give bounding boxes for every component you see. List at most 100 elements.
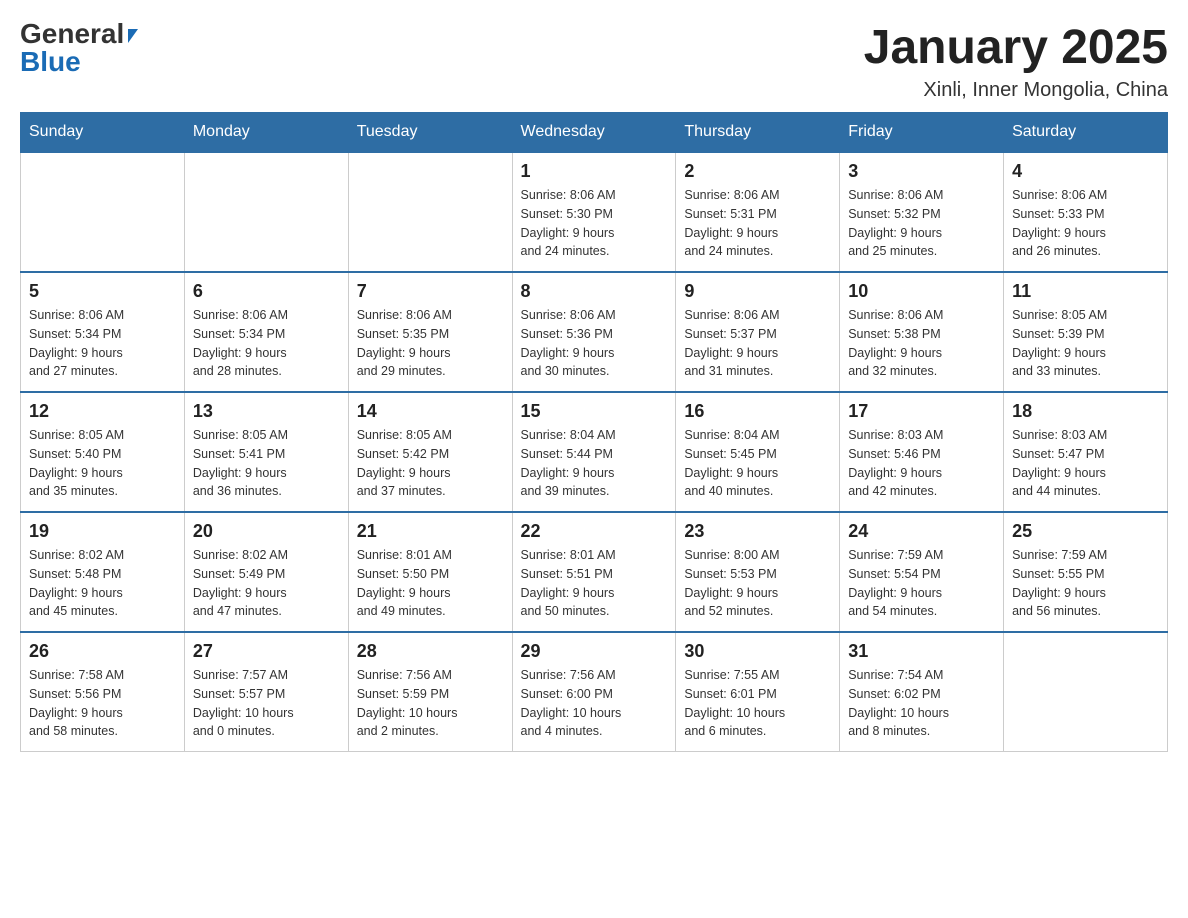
day-info: Sunrise: 8:06 AMSunset: 5:35 PMDaylight:… [357, 306, 504, 381]
calendar-cell: 16Sunrise: 8:04 AMSunset: 5:45 PMDayligh… [676, 392, 840, 512]
calendar-cell: 15 Sunrise: 8:04 AMSunset: 5:44 PMDayligh… [512, 392, 676, 512]
calendar-cell: 23 Sunrise: 8:00 AMSunset: 5:53 PMDayligh… [676, 512, 840, 632]
day-info: Sunrise: 7:57 AMSunset: 5:57 PMDaylight:… [193, 666, 340, 741]
day-header-tuesday: Tuesday [348, 113, 512, 153]
logo: General Blue [20, 20, 138, 76]
day-info: Sunrise: 7:58 AMSunset: 5:56 PMDaylight:… [29, 666, 176, 741]
day-number: 31 [848, 641, 995, 662]
calendar-week-5: 26 Sunrise: 7:58 AMSunset: 5:56 PMDayligh… [21, 632, 1168, 752]
day-number: 1 [521, 161, 668, 182]
day-info: Sunrise: 8:06 AMSunset: 5:30 PMDaylight:… [521, 186, 668, 261]
calendar-cell: 26 Sunrise: 7:58 AMSunset: 5:56 PMDayligh… [21, 632, 185, 752]
day-info: Sunrise: 8:06 AMSunset: 5:37 PMDaylight:… [684, 306, 831, 381]
day-header-wednesday: Wednesday [512, 113, 676, 153]
day-info: Sunrise: 8:05 AMSunset: 5:42 PMDaylight:… [357, 426, 504, 501]
calendar-cell: 18 Sunrise: 8:03 AMSunset: 5:47 PMDayligh… [1004, 392, 1168, 512]
calendar-cell: 8 Sunrise: 8:06 AMSunset: 5:36 PMDaylight… [512, 272, 676, 392]
calendar-cell: 1 Sunrise: 8:06 AMSunset: 5:30 PMDaylight… [512, 152, 676, 272]
calendar-cell: 28 Sunrise: 7:56 AMSunset: 5:59 PMDayligh… [348, 632, 512, 752]
day-number: 10 [848, 281, 995, 302]
day-header-friday: Friday [840, 113, 1004, 153]
calendar-cell: 2 Sunrise: 8:06 AMSunset: 5:31 PMDaylight… [676, 152, 840, 272]
day-info: Sunrise: 7:59 AMSunset: 5:54 PMDaylight:… [848, 546, 995, 621]
calendar-header-row: SundayMondayTuesdayWednesdayThursdayFrid… [21, 113, 1168, 153]
day-info: Sunrise: 8:05 AMSunset: 5:41 PMDaylight:… [193, 426, 340, 501]
day-header-thursday: Thursday [676, 113, 840, 153]
day-number: 22 [521, 521, 668, 542]
day-number: 6 [193, 281, 340, 302]
calendar-week-1: 1 Sunrise: 8:06 AMSunset: 5:30 PMDaylight… [21, 152, 1168, 272]
day-number: 18 [1012, 401, 1159, 422]
day-number: 24 [848, 521, 995, 542]
day-number: 5 [29, 281, 176, 302]
logo-blue-text: Blue [20, 48, 81, 76]
day-number: 2 [684, 161, 831, 182]
calendar-cell: 30 Sunrise: 7:55 AMSunset: 6:01 PMDayligh… [676, 632, 840, 752]
calendar-cell: 12Sunrise: 8:05 AMSunset: 5:40 PMDayligh… [21, 392, 185, 512]
day-number: 11 [1012, 281, 1159, 302]
calendar-cell: 7 Sunrise: 8:06 AMSunset: 5:35 PMDaylight… [348, 272, 512, 392]
title-section: January 2025 Xinli, Inner Mongolia, Chin… [864, 20, 1168, 102]
calendar-week-3: 12Sunrise: 8:05 AMSunset: 5:40 PMDayligh… [21, 392, 1168, 512]
calendar-cell [184, 152, 348, 272]
day-number: 13 [193, 401, 340, 422]
calendar-cell: 9 Sunrise: 8:06 AMSunset: 5:37 PMDaylight… [676, 272, 840, 392]
day-info: Sunrise: 8:03 AMSunset: 5:47 PMDaylight:… [1012, 426, 1159, 501]
day-info: Sunrise: 8:06 AMSunset: 5:31 PMDaylight:… [684, 186, 831, 261]
calendar-cell: 3Sunrise: 8:06 AMSunset: 5:32 PMDaylight… [840, 152, 1004, 272]
day-number: 9 [684, 281, 831, 302]
day-number: 15 [521, 401, 668, 422]
day-number: 16 [684, 401, 831, 422]
calendar-cell: 29 Sunrise: 7:56 AMSunset: 6:00 PMDayligh… [512, 632, 676, 752]
day-info: Sunrise: 7:56 AMSunset: 6:00 PMDaylight:… [521, 666, 668, 741]
day-number: 3 [848, 161, 995, 182]
day-number: 29 [521, 641, 668, 662]
day-number: 23 [684, 521, 831, 542]
day-number: 8 [521, 281, 668, 302]
day-info: Sunrise: 8:06 AMSunset: 5:38 PMDaylight:… [848, 306, 995, 381]
calendar-cell: 13 Sunrise: 8:05 AMSunset: 5:41 PMDayligh… [184, 392, 348, 512]
day-info: Sunrise: 8:06 AMSunset: 5:33 PMDaylight:… [1012, 186, 1159, 261]
day-number: 26 [29, 641, 176, 662]
calendar-subtitle: Xinli, Inner Mongolia, China [864, 79, 1168, 102]
logo-triangle-icon [128, 29, 138, 43]
calendar-cell: 14 Sunrise: 8:05 AMSunset: 5:42 PMDayligh… [348, 392, 512, 512]
calendar-week-2: 5 Sunrise: 8:06 AMSunset: 5:34 PMDaylight… [21, 272, 1168, 392]
calendar-cell: 24 Sunrise: 7:59 AMSunset: 5:54 PMDayligh… [840, 512, 1004, 632]
calendar-cell: 19 Sunrise: 8:02 AMSunset: 5:48 PMDayligh… [21, 512, 185, 632]
calendar-cell: 17Sunrise: 8:03 AMSunset: 5:46 PMDayligh… [840, 392, 1004, 512]
day-number: 12 [29, 401, 176, 422]
day-info: Sunrise: 7:54 AMSunset: 6:02 PMDaylight:… [848, 666, 995, 741]
day-number: 28 [357, 641, 504, 662]
day-info: Sunrise: 7:55 AMSunset: 6:01 PMDaylight:… [684, 666, 831, 741]
day-info: Sunrise: 8:02 AMSunset: 5:48 PMDaylight:… [29, 546, 176, 621]
day-header-sunday: Sunday [21, 113, 185, 153]
day-info: Sunrise: 8:04 AMSunset: 5:44 PMDaylight:… [521, 426, 668, 501]
page-header: General Blue January 2025 Xinli, Inner M… [20, 20, 1168, 102]
day-info: Sunrise: 7:59 AMSunset: 5:55 PMDaylight:… [1012, 546, 1159, 621]
calendar-cell: 10 Sunrise: 8:06 AMSunset: 5:38 PMDayligh… [840, 272, 1004, 392]
day-number: 19 [29, 521, 176, 542]
day-info: Sunrise: 8:02 AMSunset: 5:49 PMDaylight:… [193, 546, 340, 621]
day-info: Sunrise: 8:06 AMSunset: 5:34 PMDaylight:… [29, 306, 176, 381]
calendar-cell: 6Sunrise: 8:06 AMSunset: 5:34 PMDaylight… [184, 272, 348, 392]
day-number: 30 [684, 641, 831, 662]
calendar-cell [1004, 632, 1168, 752]
day-info: Sunrise: 8:06 AMSunset: 5:36 PMDaylight:… [521, 306, 668, 381]
day-number: 27 [193, 641, 340, 662]
day-info: Sunrise: 8:00 AMSunset: 5:53 PMDaylight:… [684, 546, 831, 621]
day-number: 17 [848, 401, 995, 422]
day-number: 25 [1012, 521, 1159, 542]
day-number: 7 [357, 281, 504, 302]
calendar-cell: 31 Sunrise: 7:54 AMSunset: 6:02 PMDayligh… [840, 632, 1004, 752]
calendar-cell: 27 Sunrise: 7:57 AMSunset: 5:57 PMDayligh… [184, 632, 348, 752]
calendar-cell: 22Sunrise: 8:01 AMSunset: 5:51 PMDayligh… [512, 512, 676, 632]
calendar-title: January 2025 [864, 20, 1168, 75]
calendar-cell [348, 152, 512, 272]
day-number: 21 [357, 521, 504, 542]
day-header-monday: Monday [184, 113, 348, 153]
day-number: 14 [357, 401, 504, 422]
calendar-cell: 25 Sunrise: 7:59 AMSunset: 5:55 PMDayligh… [1004, 512, 1168, 632]
calendar-week-4: 19 Sunrise: 8:02 AMSunset: 5:48 PMDayligh… [21, 512, 1168, 632]
day-info: Sunrise: 7:56 AMSunset: 5:59 PMDaylight:… [357, 666, 504, 741]
